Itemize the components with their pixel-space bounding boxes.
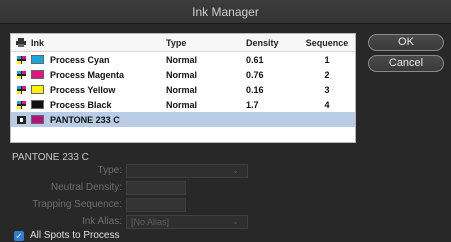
column-header-sequence[interactable]: Sequence xyxy=(302,38,352,48)
ink-cell: Process Magenta xyxy=(31,70,166,80)
sequence-cell: 1 xyxy=(324,54,330,65)
process-ink-icon xyxy=(11,85,31,94)
process-ink-icon xyxy=(11,55,31,64)
type-cell: Normal xyxy=(166,84,198,95)
sequence-cell: 2 xyxy=(324,69,330,80)
ink-name: Process Black xyxy=(50,99,112,110)
trapping-sequence-field[interactable] xyxy=(126,198,186,212)
type-label: Type: xyxy=(97,165,122,176)
ink-name: Process Yellow xyxy=(50,84,116,95)
density-cell: 0.16 xyxy=(246,84,264,95)
ink-table: Ink Type Density Sequence Process Cyan No… xyxy=(10,33,356,143)
table-row[interactable]: PANTONE 233 C xyxy=(11,112,355,127)
table-row[interactable]: Process Cyan Normal 0.61 1 xyxy=(11,52,355,67)
chevron-down-icon: ⌄ xyxy=(232,217,239,226)
ink-list: Process Cyan Normal 0.61 1 Process Magenta No… xyxy=(11,52,355,127)
all-spots-checkbox[interactable]: ✓ xyxy=(14,231,24,241)
neutral-density-field[interactable] xyxy=(126,181,186,195)
details-title: PANTONE 233 C xyxy=(12,152,89,163)
type-dropdown[interactable]: ⌄ xyxy=(126,164,248,178)
all-spots-label[interactable]: All Spots to Process xyxy=(30,230,119,241)
type-cell: Normal xyxy=(166,69,198,80)
spot-ink-icon xyxy=(11,115,31,124)
window-title: Ink Manager xyxy=(192,5,259,19)
column-header-type[interactable]: Type xyxy=(166,38,246,48)
column-header-density[interactable]: Density xyxy=(246,38,302,48)
title-bar: Ink Manager xyxy=(0,0,451,24)
ok-button[interactable]: OK xyxy=(368,34,444,51)
type-cell: Normal xyxy=(166,99,198,110)
table-row[interactable]: Process Yellow Normal 0.16 3 xyxy=(11,82,355,97)
density-cell: 1.7 xyxy=(246,99,259,110)
ink-cell: Process Yellow xyxy=(31,85,166,95)
color-swatch xyxy=(31,100,44,109)
neutral-density-label: Neutral Density: xyxy=(50,182,122,193)
ink-cell: PANTONE 233 C xyxy=(31,115,166,125)
color-swatch xyxy=(31,55,44,64)
color-swatch xyxy=(31,85,44,94)
sequence-cell: 4 xyxy=(324,99,330,110)
process-ink-icon xyxy=(11,100,31,109)
density-cell: 0.76 xyxy=(246,69,264,80)
chevron-down-icon: ⌄ xyxy=(232,166,239,175)
trapping-sequence-label: Trapping Sequence: xyxy=(32,199,122,210)
ink-alias-dropdown[interactable]: [No Alias] ⌄ xyxy=(126,215,248,229)
density-cell: 0.61 xyxy=(246,54,264,65)
sequence-cell: 3 xyxy=(324,84,330,95)
column-header-ink[interactable]: Ink xyxy=(31,38,166,48)
ink-name: Process Cyan xyxy=(50,54,110,65)
cancel-button[interactable]: Cancel xyxy=(368,55,444,72)
color-swatch xyxy=(31,115,44,124)
ink-cell: Process Cyan xyxy=(31,55,166,65)
table-row[interactable]: Process Black Normal 1.7 4 xyxy=(11,97,355,112)
ink-name: PANTONE 233 C xyxy=(50,114,120,125)
printer-icon xyxy=(11,38,31,47)
ink-alias-value: [No Alias] xyxy=(131,217,170,227)
ink-cell: Process Black xyxy=(31,100,166,110)
type-cell: Normal xyxy=(166,54,198,65)
process-ink-icon xyxy=(11,70,31,79)
table-header: Ink Type Density Sequence xyxy=(11,34,355,52)
table-row[interactable]: Process Magenta Normal 0.76 2 xyxy=(11,67,355,82)
color-swatch xyxy=(31,70,44,79)
ink-name: Process Magenta xyxy=(50,69,125,80)
ink-alias-label: Ink Alias: xyxy=(81,216,122,227)
checkmark-icon: ✓ xyxy=(15,231,23,241)
